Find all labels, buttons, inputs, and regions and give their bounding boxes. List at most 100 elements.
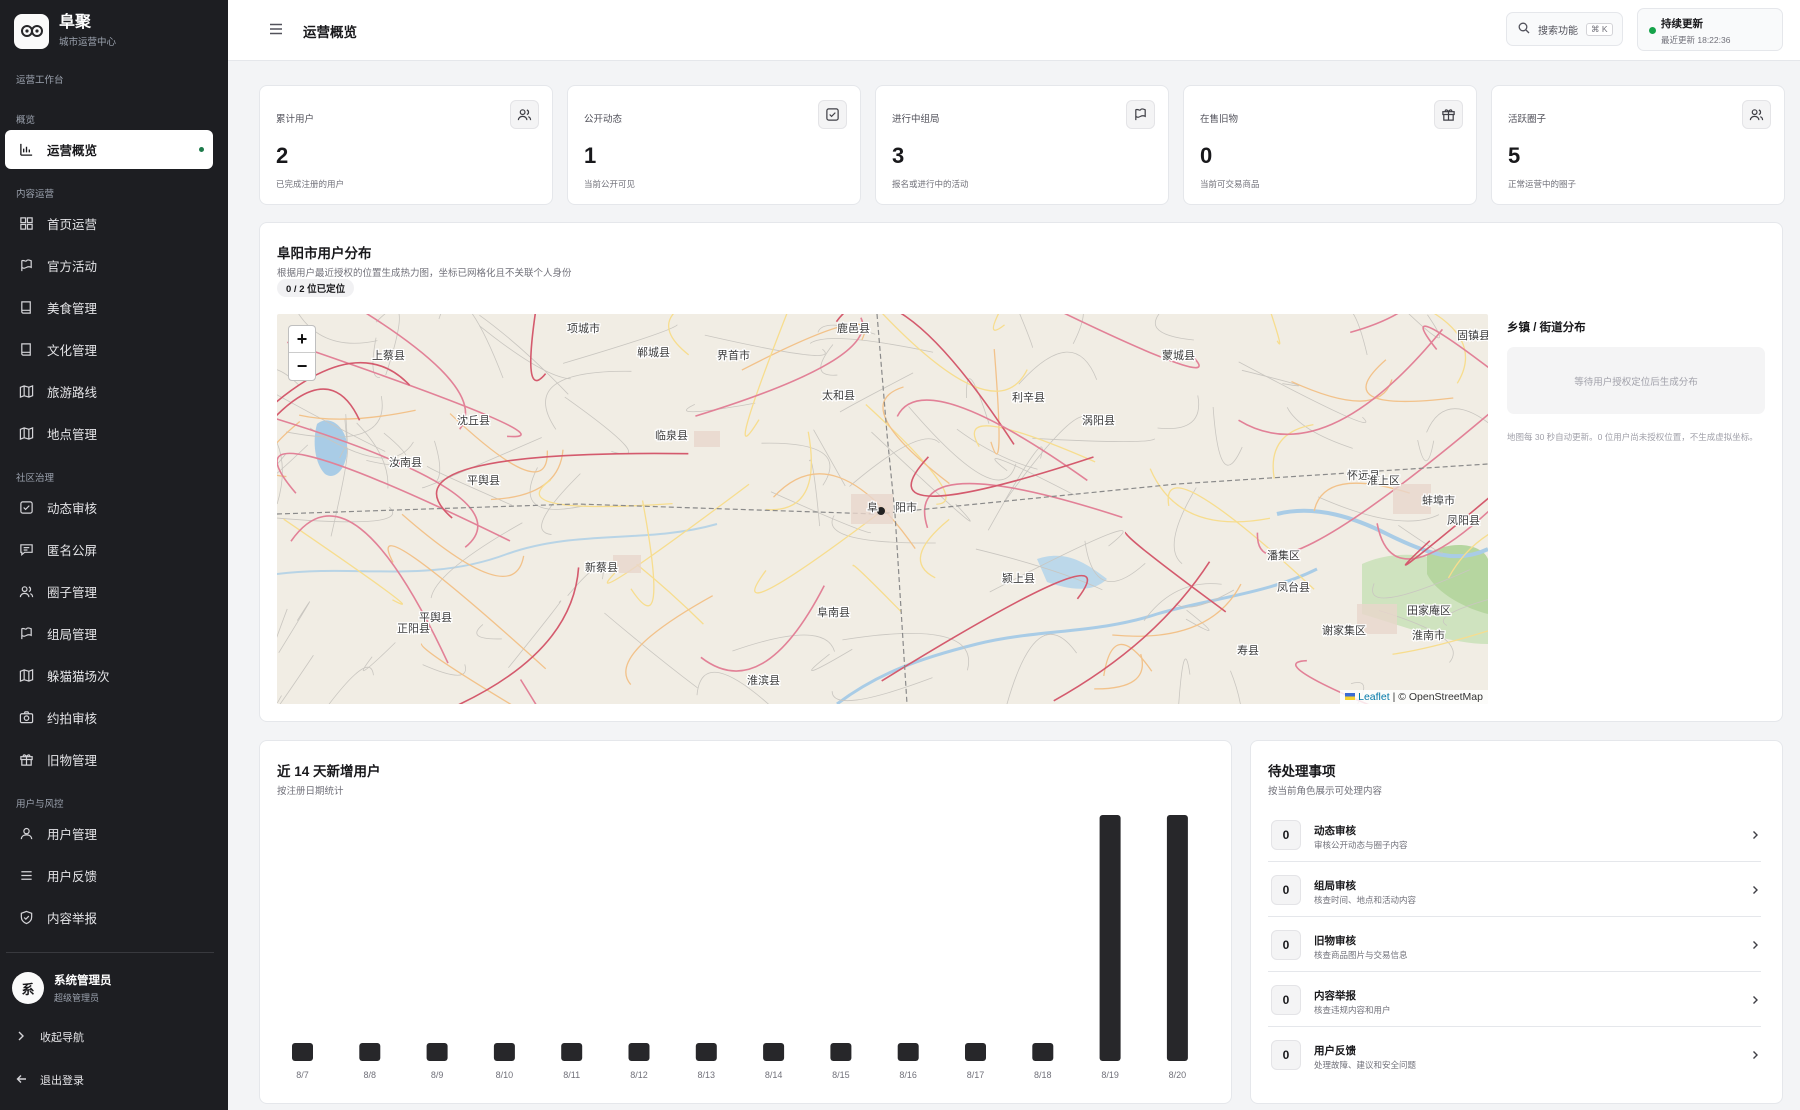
chart-bar[interactable] (830, 1043, 852, 1061)
sidebar-section-title: 内容运营 (16, 189, 55, 200)
todo-item-desc: 核查时间、地点和活动内容 (1314, 895, 1417, 905)
todo-item[interactable]: 0 组局审核 核查时间、地点和活动内容 (1268, 868, 1761, 917)
road (630, 500, 655, 607)
chart-bar[interactable] (1166, 815, 1188, 1061)
chart-bar[interactable] (292, 1043, 313, 1061)
status-dot-icon (1649, 27, 1656, 34)
chart-bar[interactable] (561, 1043, 583, 1061)
minor-road (1032, 437, 1156, 443)
zoom-in-button[interactable]: + (289, 326, 315, 353)
sidebar-item[interactable]: 用户管理 (5, 814, 213, 853)
flag-icon (1126, 100, 1155, 129)
x-tick-label: 8/8 (363, 1070, 377, 1080)
highway (529, 314, 547, 382)
place-label: 临泉县 (655, 428, 688, 442)
search-button[interactable]: 搜索功能 ⌘ K (1506, 12, 1623, 46)
chart-bar[interactable] (763, 1043, 785, 1061)
minor-road (956, 428, 1038, 470)
user-distribution-map[interactable]: 临泉县 界首市 太和县 利辛县 蒙城县 怀远县 蚌埠市 淮南市 颍上县 阜南县 新蔡县 上蔡县 平舆县平… (277, 314, 1488, 704)
sidebar-item[interactable]: 动态审核 (5, 488, 213, 527)
place-label: 田家庵区 (1407, 603, 1451, 617)
sidebar-item[interactable]: 组局管理 (5, 614, 213, 653)
road (538, 479, 673, 508)
brand-logo-icon (14, 13, 49, 49)
x-tick-label: 8/11 (563, 1070, 581, 1080)
camera-icon (18, 710, 34, 726)
todo-item[interactable]: 0 用户反馈 处理故障、建议和安全问题 (1268, 1033, 1761, 1082)
place-label: 凤阳县 (1447, 514, 1480, 527)
sidebar-item[interactable]: 旅游路线 (5, 372, 213, 411)
place-label: 界首市 (717, 348, 750, 362)
sidebar-item[interactable]: 圈子管理 (5, 572, 213, 611)
chart-bar[interactable] (1032, 1043, 1054, 1061)
sidebar-item[interactable]: 约拍审核 (5, 698, 213, 737)
chart-bar[interactable] (897, 1043, 919, 1061)
sidebar-item[interactable]: 官方活动 (5, 246, 213, 285)
minor-road (849, 438, 940, 487)
sidebar-item[interactable]: 内容举报 (5, 898, 213, 937)
lake (1037, 555, 1107, 589)
chart-bar[interactable] (1099, 815, 1121, 1061)
logout-button[interactable]: 退出登录 (16, 1072, 84, 1088)
sidebar-item-label: 文化管理 (47, 344, 98, 358)
todo-item[interactable]: 0 内容举报 核查违规内容和用户 (1268, 978, 1761, 1027)
place-label: 颍上县 (1002, 572, 1035, 585)
road (973, 425, 1096, 463)
users-icon (18, 584, 34, 600)
minor-road (564, 396, 630, 455)
sidebar-item[interactable]: 美食管理 (5, 288, 213, 327)
sidebar-item-label: 运营概览 (47, 144, 98, 158)
minor-road (908, 406, 1017, 481)
stat-card: 活跃圈子 5 正常运营中的圈子 (1491, 85, 1785, 205)
x-tick-label: 8/13 (697, 1070, 716, 1080)
x-tick-label: 8/18 (1034, 1070, 1052, 1080)
chart-bar[interactable] (965, 1043, 986, 1061)
book-icon (18, 342, 34, 358)
chart-bar[interactable] (426, 1043, 448, 1061)
minor-road (1019, 314, 1034, 348)
chart-bar[interactable] (695, 1043, 717, 1061)
bar-chart-icon (18, 142, 34, 158)
stat-label: 公开动态 (584, 114, 623, 125)
collapse-nav-button[interactable]: 收起导航 (16, 1029, 84, 1045)
chart-bar[interactable] (359, 1043, 381, 1061)
chevron-right-icon (1753, 886, 1758, 894)
todo-item[interactable]: 0 动态审核 审核公开动态与圈子内容 (1268, 813, 1761, 862)
x-tick-label: 8/20 (1168, 1070, 1187, 1080)
road (1433, 314, 1467, 384)
road (744, 314, 788, 437)
road (636, 563, 704, 625)
leaflet-link[interactable]: Leaflet (1358, 691, 1390, 703)
sidebar-item[interactable]: 匿名公屏 (5, 530, 213, 569)
highway (881, 574, 1089, 682)
user-name: 系统管理员 (54, 975, 112, 987)
sidebar-item[interactable]: 用户反馈 (5, 856, 213, 895)
road (919, 518, 950, 579)
sidebar-item-label: 用户反馈 (47, 870, 98, 884)
stat-subtitle: 报名或进行中的活动 (892, 179, 969, 189)
zoom-out-button[interactable]: − (289, 353, 315, 380)
minor-road (277, 608, 288, 638)
road (283, 518, 403, 605)
todo-item-title: 用户反馈 (1314, 1045, 1356, 1057)
flag-icon (1345, 693, 1356, 700)
district-note: 地图每 30 秒自动更新。0 位用户尚未授权位置，不生成虚拟坐标。 (1507, 432, 1758, 442)
sidebar-item[interactable]: 首页运营 (5, 204, 213, 243)
chart-bar[interactable] (493, 1043, 515, 1061)
city-marker (877, 507, 885, 515)
place-label: 郸城县 (637, 346, 670, 359)
flag-icon (18, 258, 34, 274)
sidebar-item[interactable]: 旧物管理 (5, 740, 213, 779)
sidebar-item[interactable]: 文化管理 (5, 330, 213, 369)
menu-icon[interactable] (268, 21, 284, 37)
sidebar-item[interactable]: 运营概览 (5, 130, 213, 169)
sidebar-item[interactable]: 躲猫猫场次 (5, 656, 213, 695)
map-icon (18, 384, 34, 400)
todo-item[interactable]: 0 旧物审核 核查商品图片与交易信息 (1268, 923, 1761, 972)
sidebar-item[interactable]: 地点管理 (5, 414, 213, 453)
chevron-right-icon (1753, 941, 1758, 949)
road (852, 564, 902, 613)
new-users-chart-card: 近 14 天新增用户 按注册日期统计 8/7 8/8 8/9 8/10 8/11 8/12… (259, 740, 1232, 1104)
minor-road (362, 642, 396, 672)
chart-bar[interactable] (628, 1043, 650, 1061)
